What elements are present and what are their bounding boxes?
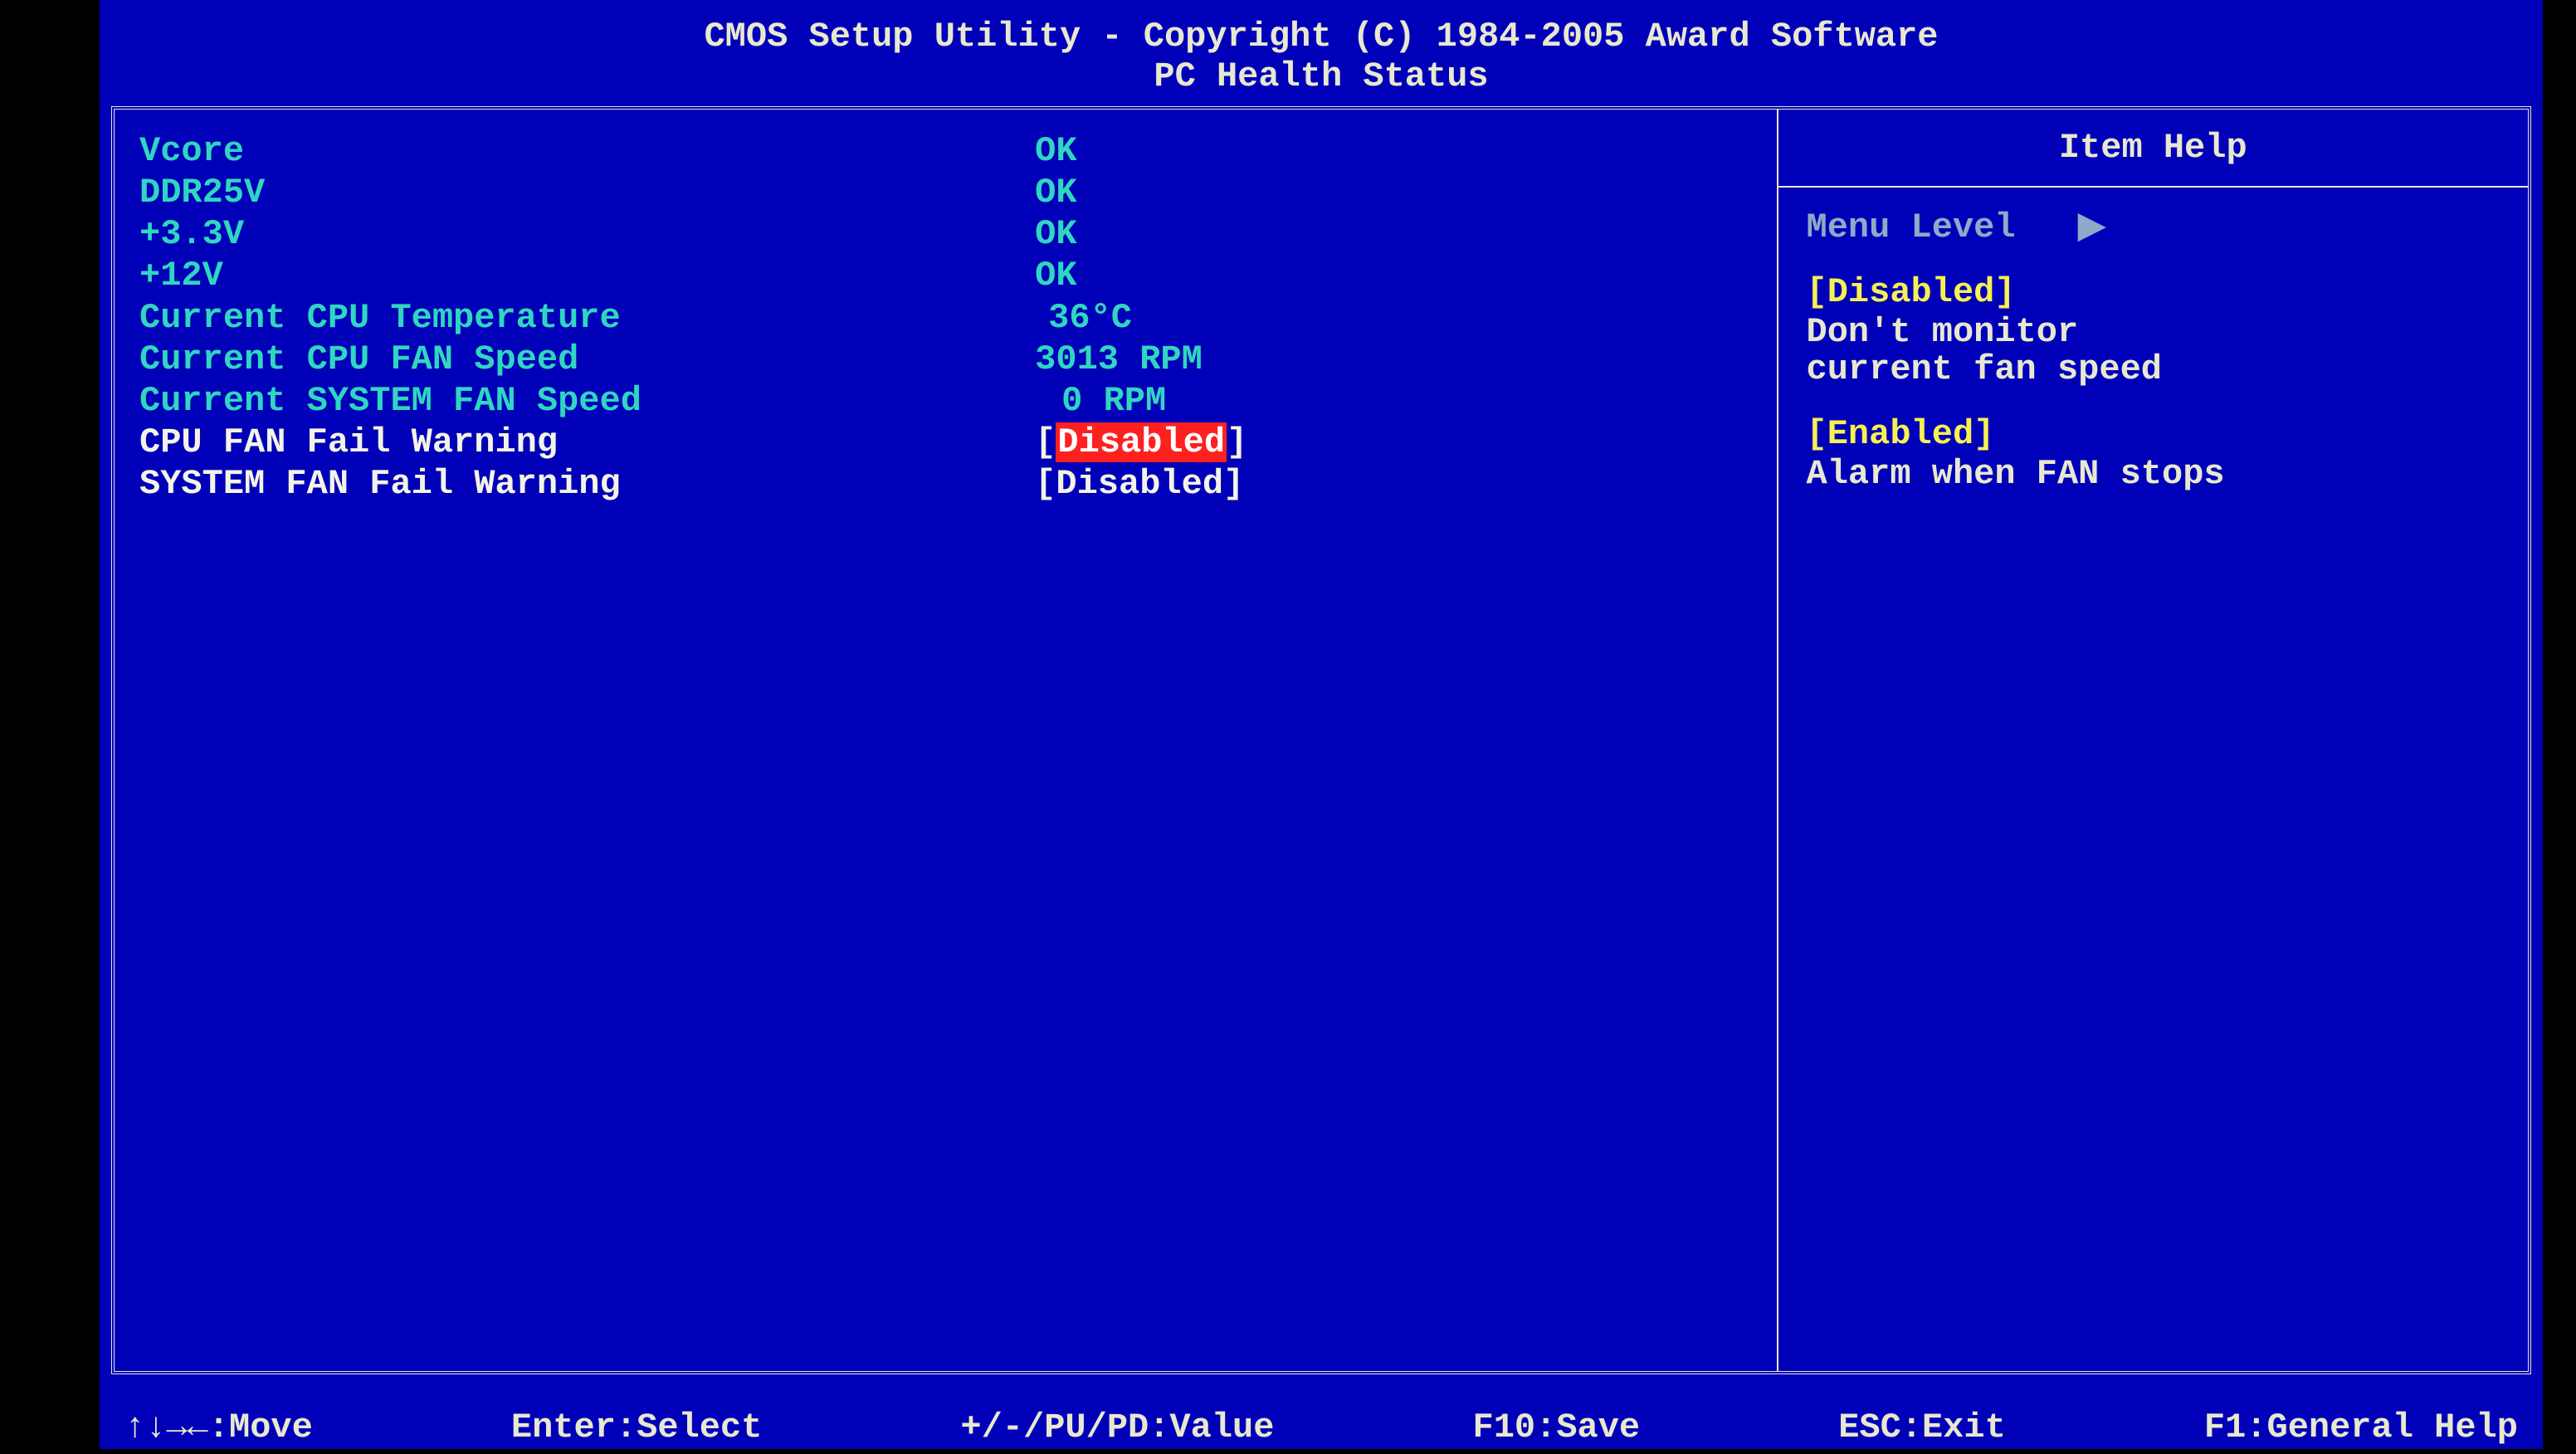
selected-value-cpu-warn: Disabled — [1056, 422, 1227, 462]
value-12v: OK — [1035, 257, 1751, 294]
hint-select: Enter:Select — [511, 1409, 762, 1446]
value-sys-fan: 0 RPM — [1002, 383, 1751, 419]
help-desc-disabled: Don't monitor current fan speed — [1807, 314, 2500, 387]
row-cpu-fan: Current CPU FAN Speed 3013 RPM — [139, 341, 1752, 378]
hint-genhelp: F1:General Help — [2204, 1409, 2518, 1446]
value-ddr25v: OK — [1035, 174, 1751, 211]
row-sys-fan-warning[interactable]: SYSTEM FAN Fail Warning [Disabled] — [139, 466, 1752, 502]
help-pane: Item Help Menu Level ▶ [Disabled] Don't … — [1778, 110, 2528, 1371]
settings-pane: Vcore OK DDR25V OK +3.3V OK +12V OK Curr… — [115, 110, 1778, 1371]
row-vcore: Vcore OK — [139, 133, 1752, 169]
title-line1: CMOS Setup Utility - Copyright (C) 1984-… — [100, 18, 2543, 55]
help-desc-disabled-1: Don't monitor — [1807, 312, 2079, 352]
label-cpu-temp: Current CPU Temperature — [139, 300, 1018, 336]
label-cpu-fan: Current CPU FAN Speed — [139, 341, 1035, 378]
help-body: Menu Level ▶ [Disabled] Don't monitor cu… — [1778, 188, 2528, 542]
value-cpu-temp: 36°C — [1018, 300, 1751, 336]
row-cpu-fan-warning[interactable]: CPU FAN Fail Warning [Disabled] — [139, 424, 1752, 461]
footer-bar: ↑↓→←:Move Enter:Select +/-/PU/PD:Value F… — [100, 1401, 2543, 1454]
value-cpu-fan: 3013 RPM — [1035, 341, 1751, 378]
hint-exit: ESC:Exit — [1838, 1409, 2006, 1446]
title-bar: CMOS Setup Utility - Copyright (C) 1984-… — [100, 0, 2543, 103]
help-option-enabled: [Enabled] — [1807, 416, 2500, 452]
value-vcore: OK — [1035, 133, 1751, 169]
help-option-disabled: [Disabled] — [1807, 274, 2500, 310]
main-box: Vcore OK DDR25V OK +3.3V OK +12V OK Curr… — [111, 106, 2531, 1374]
value-33v: OK — [1035, 216, 1751, 252]
value-sys-warn: [Disabled] — [1035, 466, 1751, 502]
value-sys-warn-text: Disabled — [1056, 464, 1223, 504]
label-33v: +3.3V — [139, 216, 1035, 252]
row-33v: +3.3V OK — [139, 216, 1752, 252]
row-ddr25v: DDR25V OK — [139, 174, 1752, 211]
label-vcore: Vcore — [139, 133, 1035, 169]
bios-screen: CMOS Setup Utility - Copyright (C) 1984-… — [100, 0, 2543, 1449]
label-sys-fan: Current SYSTEM FAN Speed — [139, 383, 1002, 419]
label-cpu-warn: CPU FAN Fail Warning — [139, 424, 1035, 461]
value-cpu-warn: [Disabled] — [1035, 424, 1751, 461]
title-line2: PC Health Status — [100, 58, 2543, 95]
help-title: Item Help — [1778, 110, 2528, 188]
arrow-right-icon: ▶ — [2078, 207, 2105, 247]
help-desc-disabled-2: current fan speed — [1807, 349, 2162, 389]
menu-level-label: Menu Level — [1807, 207, 2016, 247]
label-ddr25v: DDR25V — [139, 174, 1035, 211]
help-desc-enabled: Alarm when FAN stops — [1807, 456, 2500, 492]
label-12v: +12V — [139, 257, 1035, 294]
hint-value: +/-/PU/PD:Value — [960, 1409, 1274, 1446]
menu-level: Menu Level ▶ — [1807, 209, 2500, 246]
row-12v: +12V OK — [139, 257, 1752, 294]
row-cpu-temp: Current CPU Temperature 36°C — [139, 300, 1752, 336]
label-sys-warn: SYSTEM FAN Fail Warning — [139, 466, 1035, 502]
hint-move: ↑↓→←:Move — [124, 1409, 313, 1446]
row-sys-fan: Current SYSTEM FAN Speed 0 RPM — [139, 383, 1752, 419]
hint-save: F10:Save — [1473, 1409, 1641, 1446]
